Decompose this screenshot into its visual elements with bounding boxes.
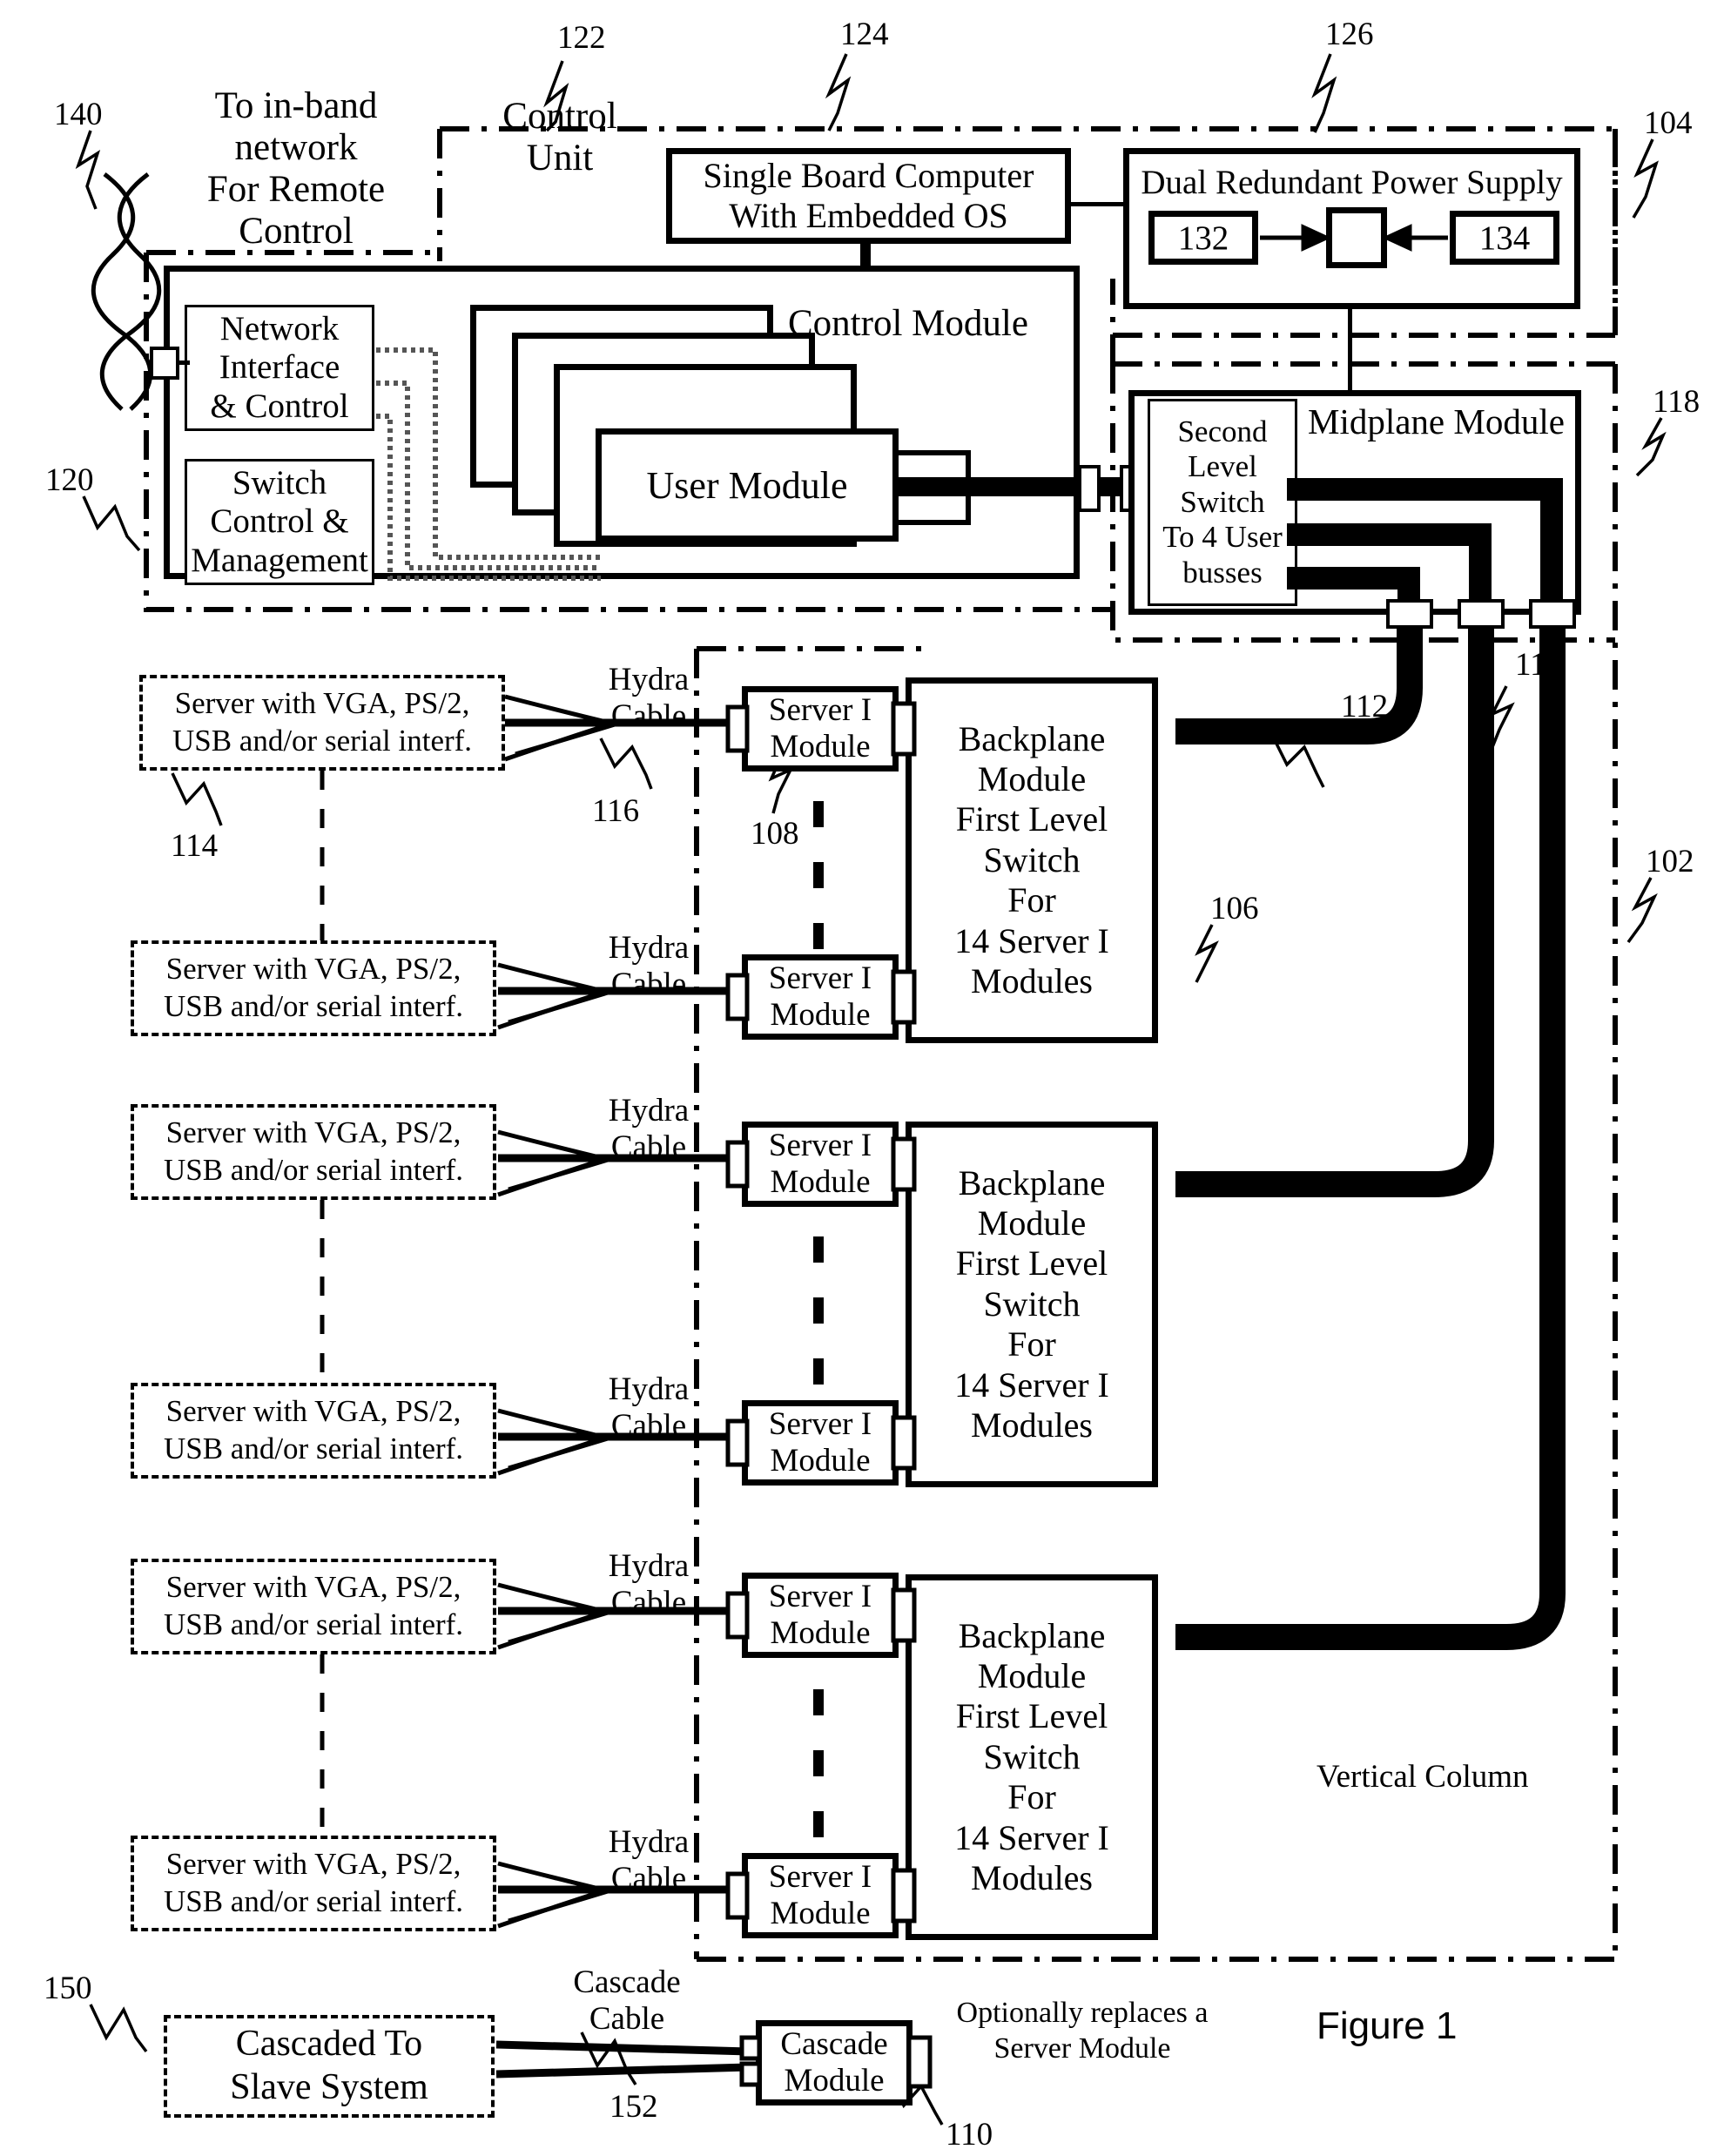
cascade-module-connectors <box>739 2035 933 2089</box>
ref-110: 110 <box>946 2117 993 2153</box>
figure-caption: Figure 1 <box>1317 2004 1458 2047</box>
optionally-replaces-note: Optionally replaces a Server Module <box>956 1997 1209 2065</box>
patent-figure-page: To in-band network For Remote Control 14… <box>0 0 1724 2156</box>
